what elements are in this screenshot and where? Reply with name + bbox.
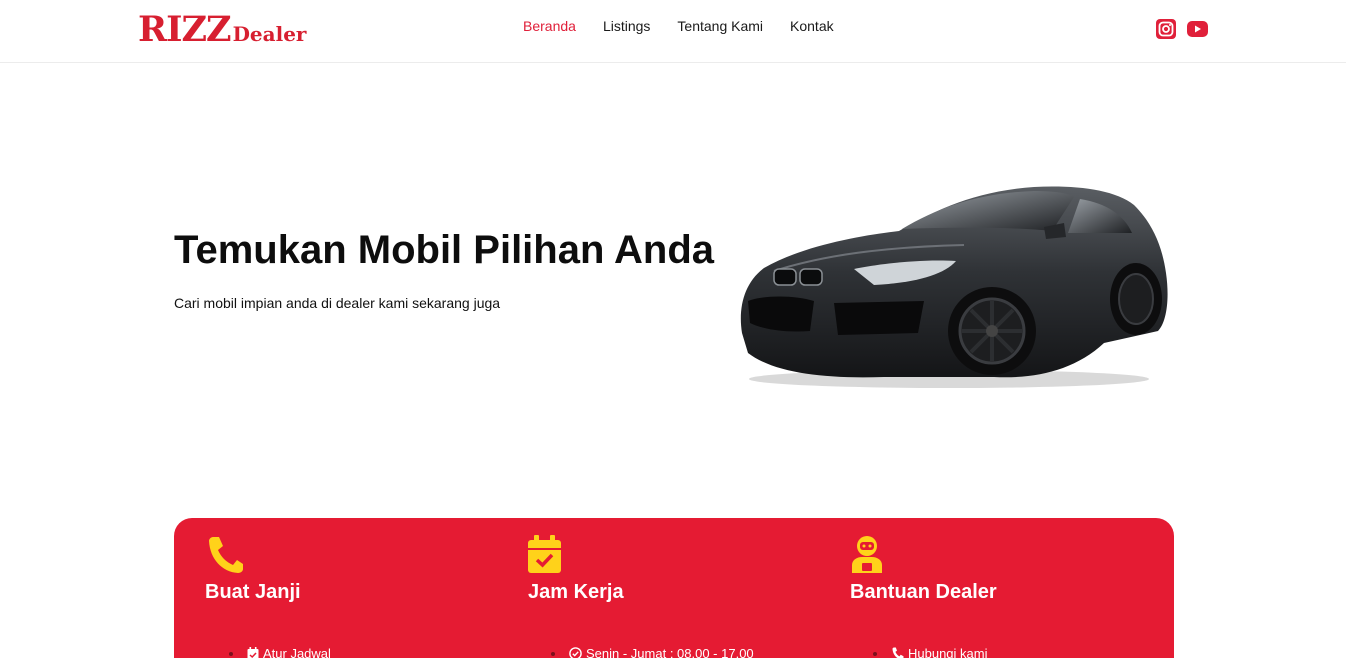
list-bullet bbox=[873, 651, 877, 656]
info-title-bantuan-dealer: Bantuan Dealer bbox=[850, 581, 997, 603]
list-bullet bbox=[229, 651, 233, 656]
main-nav: Beranda Listings Tentang Kami Kontak bbox=[523, 18, 834, 34]
logo-sub-text: Dealer bbox=[232, 22, 307, 46]
phone-icon bbox=[209, 537, 243, 573]
logo-main-text: RIZZ bbox=[138, 9, 232, 50]
youtube-icon[interactable] bbox=[1187, 21, 1208, 37]
social-links bbox=[1156, 19, 1208, 39]
info-item-atur-jadwal[interactable]: Atur Jadwal bbox=[229, 646, 331, 658]
hero-subtitle: Cari mobil impian anda di dealer kami se… bbox=[174, 295, 501, 311]
info-item-text: Hubungi kami bbox=[908, 646, 988, 658]
calendar-check-icon bbox=[528, 535, 561, 573]
info-item-hubungi-kami[interactable]: Hubungi kami bbox=[873, 646, 988, 658]
support-agent-icon bbox=[852, 536, 882, 573]
instagram-icon[interactable] bbox=[1156, 19, 1176, 39]
info-title-buat-janji: Buat Janji bbox=[205, 581, 301, 603]
phone-icon bbox=[892, 647, 904, 658]
list-bullet bbox=[551, 651, 555, 656]
site-header: RIZZ Dealer Beranda Listings Tentang Kami… bbox=[0, 0, 1346, 63]
info-item-text: Senin - Jumat : 08.00 - 17.00 bbox=[586, 646, 754, 658]
hero-car-image bbox=[740, 186, 1168, 388]
info-item-text: Atur Jadwal bbox=[263, 646, 331, 658]
clock-check-icon bbox=[569, 647, 582, 658]
nav-item-kontak[interactable]: Kontak bbox=[790, 18, 834, 34]
info-item-jam-operasional: Senin - Jumat : 08.00 - 17.00 bbox=[551, 646, 754, 658]
hero-title: Temukan Mobil Pilihan Anda bbox=[174, 228, 715, 272]
nav-item-tentang-kami[interactable]: Tentang Kami bbox=[677, 18, 763, 34]
calendar-check-icon bbox=[247, 647, 259, 658]
nav-item-listings[interactable]: Listings bbox=[603, 18, 650, 34]
nav-item-beranda[interactable]: Beranda bbox=[523, 18, 576, 34]
info-panel: Buat Janji Atur Jadwal Jam Kerja Senin -… bbox=[174, 518, 1174, 658]
info-title-jam-kerja: Jam Kerja bbox=[528, 581, 624, 603]
brand-logo[interactable]: RIZZ Dealer bbox=[138, 9, 306, 50]
